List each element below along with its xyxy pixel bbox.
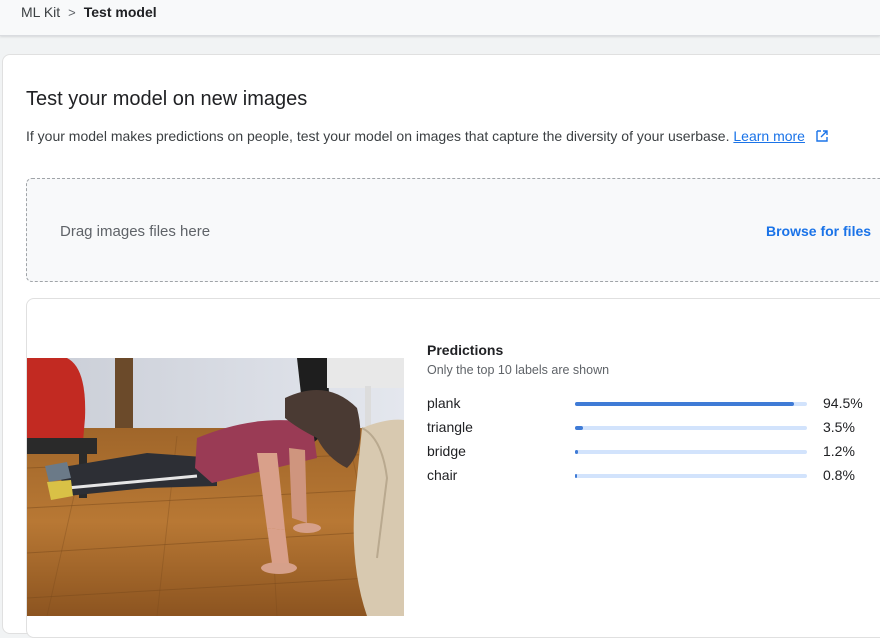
prediction-bar-fill: [575, 426, 583, 430]
prediction-bar-track: [575, 450, 807, 454]
prediction-bar-fill: [575, 474, 577, 478]
breadcrumb: ML Kit > Test model: [21, 4, 157, 20]
prediction-label: bridge: [427, 443, 466, 459]
breadcrumb-separator: >: [68, 4, 76, 20]
prediction-value: 3.5%: [823, 419, 855, 435]
predictions-title: Predictions: [427, 342, 504, 358]
description-text: If your model makes predictions on peopl…: [26, 128, 730, 144]
prediction-label: chair: [427, 467, 458, 483]
prediction-bar-track: [575, 474, 807, 478]
prediction-value: 1.2%: [823, 443, 855, 459]
breadcrumb-current: Test model: [83, 4, 157, 20]
prediction-value: 94.5%: [823, 395, 863, 411]
breadcrumb-ml-kit[interactable]: ML Kit: [21, 4, 60, 20]
prediction-row-bridge: bridge 1.2%: [427, 441, 877, 463]
section-description: If your model makes predictions on peopl…: [26, 128, 829, 146]
open-in-new-icon[interactable]: [815, 129, 829, 146]
prediction-bar-track: [575, 426, 807, 430]
prediction-bar-track: [575, 402, 807, 406]
prediction-bar-fill: [575, 450, 578, 454]
prediction-value: 0.8%: [823, 467, 855, 483]
predictions-subtitle: Only the top 10 labels are shown: [427, 363, 610, 377]
browse-files-button[interactable]: Browse for files: [766, 223, 871, 239]
prediction-row-triangle: triangle 3.5%: [427, 417, 877, 439]
page-title: Test your model on new images: [26, 88, 308, 110]
prediction-label: triangle: [427, 419, 473, 435]
dropzone-text: Drag images files here: [60, 223, 211, 240]
prediction-row-plank: plank 94.5%: [427, 393, 877, 415]
image-dropzone[interactable]: Drag images files here Browse for files: [26, 178, 880, 282]
prediction-row-chair: chair 0.8%: [427, 465, 877, 487]
learn-more-link[interactable]: Learn more: [733, 128, 805, 144]
prediction-bar-fill: [575, 402, 794, 406]
test-image: [27, 358, 404, 616]
top-bar: ML Kit > Test model: [0, 0, 880, 36]
prediction-label: plank: [427, 395, 461, 411]
